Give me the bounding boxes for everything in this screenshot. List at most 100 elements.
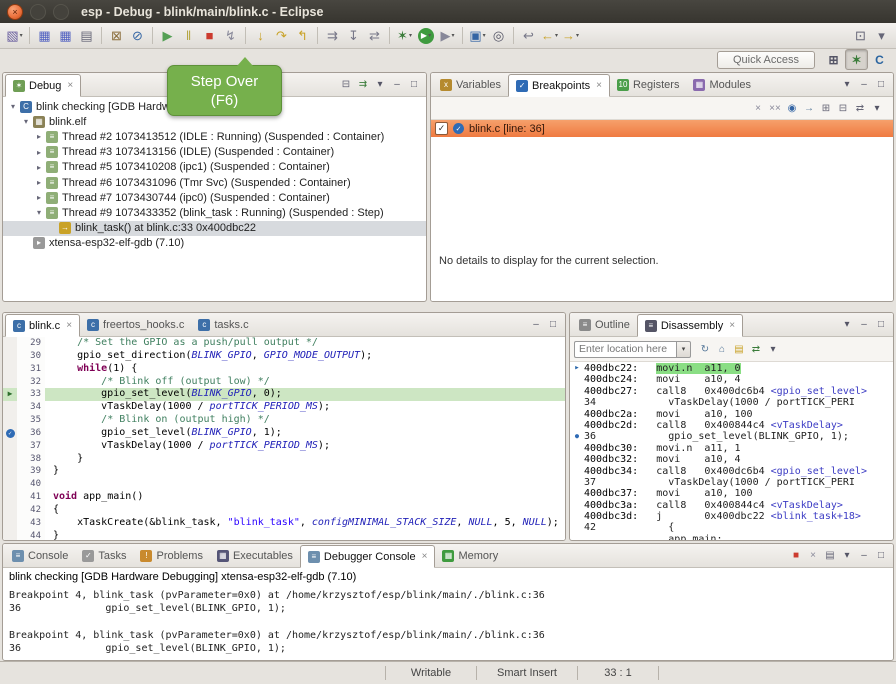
editor-marker-bar[interactable] [3,376,17,389]
tab-tasks-c[interactable]: ctasks.c [191,314,255,336]
debug-tree-item[interactable]: →blink_task() at blink.c:33 0x400dbc22 [3,221,426,236]
close-tab-icon[interactable]: × [729,320,735,331]
drop-to-frame-icon[interactable]: ↧ [344,26,363,46]
editor-marker-bar[interactable] [3,478,17,491]
skip-breakpoints-icon[interactable]: ⊘ [128,26,147,46]
tree-expander-icon[interactable]: ▸ [33,163,45,172]
instruction-stepping-mode-icon[interactable]: ⇉ [355,77,371,93]
console-output[interactable]: Breakpoint 4, blink_task (pvParameter=0x… [3,583,893,660]
terminate-icon[interactable]: ■ [200,26,219,46]
editor-line[interactable]: 43 xTaskCreate(&blink_task, "blink_task"… [3,517,565,530]
close-tab-icon[interactable]: × [596,80,602,91]
save-icon[interactable]: ▦ [35,26,54,46]
disconnect-icon[interactable]: ↯ [221,26,240,46]
debug-perspective-button[interactable]: ✶ [845,49,868,70]
tab-modules[interactable]: ▦Modules [686,74,758,96]
editor-marker-bar[interactable] [3,363,17,376]
debug-tree-item[interactable]: ▾▦blink.elf [3,114,426,129]
tab-freertos-hooks-c[interactable]: cfreertos_hooks.c [80,314,191,336]
disassembly-row[interactable]: 400dbc3d: j 0x400dbc22 <blink_task+18> [570,511,893,522]
breakpoint-checkbox[interactable]: ✓ [435,122,448,135]
back-icon[interactable]: ←▾ [540,26,559,46]
editor-line[interactable]: 34 vTaskDelay(1000 / portTICK_PERIOD_MS)… [3,401,565,414]
maximize-icon[interactable]: □ [545,317,561,333]
home-icon[interactable]: ⌂ [714,341,730,357]
editor-marker-bar[interactable] [3,401,17,414]
editor-line[interactable]: 31 while(1) { [3,363,565,376]
editor-line[interactable]: 37 vTaskDelay(1000 / portTICK_PERIOD_MS)… [3,440,565,453]
tab-debug[interactable]: ✶Debug× [5,74,81,97]
debug-tree-item[interactable]: ▸≡Thread #2 1073413512 (IDLE : Running) … [3,129,426,144]
maximize-icon[interactable]: □ [873,317,889,333]
new-wizard-icon[interactable]: ▧▾ [5,26,24,46]
terminate-console-icon[interactable]: ■ [788,548,804,564]
external-tools-icon[interactable]: ▶▾ [438,26,457,46]
editor-marker-bar[interactable] [3,337,17,350]
new-cpp-project-icon[interactable]: ▣▾ [468,26,487,46]
editor-marker-bar[interactable] [3,530,17,540]
resume-icon[interactable]: ▶ [158,26,177,46]
tab-executables[interactable]: ▦Executables [210,545,300,567]
debug-tree-item[interactable]: ▸≡Thread #6 1073431096 (Tmr Svc) (Suspen… [3,175,426,190]
editor-line[interactable]: ✓36 gpio_set_level(BLINK_GPIO, 1); [3,427,565,440]
disassembly-listing[interactable]: ▸400dbc22: movi.n a11, 0400dbc24: movi a… [570,362,893,540]
search-icon[interactable]: ◎ [489,26,508,46]
breakpoints-view-menu-icon[interactable]: ▾ [839,77,855,93]
code-editor[interactable]: 29 /* Set the GPIO as a push/pull output… [3,337,565,540]
editor-line[interactable]: 44} [3,530,565,540]
minimize-icon[interactable]: – [856,548,872,564]
tab-tasks[interactable]: ✓Tasks [75,545,133,567]
go-to-file-icon[interactable]: → [801,100,817,116]
disassembly-row[interactable]: 400dbc37: movi a10, 100 [570,488,893,499]
tab-memory[interactable]: ▦Memory [435,545,505,567]
tab-console[interactable]: ≡Console [5,545,75,567]
editor-marker-bar[interactable] [3,453,17,466]
close-tab-icon[interactable]: × [422,551,428,562]
minimize-icon[interactable]: – [856,77,872,93]
debug-icon[interactable]: ✶▾ [395,26,414,46]
open-perspective-icon[interactable]: ⊞ [822,49,845,70]
refresh-icon[interactable]: ↻ [697,341,713,357]
close-button[interactable]: × [7,4,23,20]
tree-expander-icon[interactable]: ▸ [33,178,45,187]
disassembly-menu-icon[interactable]: ▾ [765,341,781,357]
minimize-icon[interactable]: – [389,77,405,93]
editor-line[interactable]: 32 /* Blink off (output low) */ [3,376,565,389]
disassembly-row[interactable]: 400dbc24: movi a10, 4 [570,374,893,385]
maximize-icon[interactable]: □ [406,77,422,93]
tab-debugger-console[interactable]: ≡Debugger Console× [300,545,436,568]
cpp-perspective-button[interactable]: C [868,49,891,70]
location-combo[interactable]: ▾ [574,341,691,358]
maximize-button[interactable] [53,4,69,20]
tree-expander-icon[interactable]: ▾ [20,117,32,126]
tab-registers[interactable]: 10Registers [610,74,686,96]
debug-tree-item[interactable]: ▾≡Thread #9 1073433352 (blink_task : Run… [3,205,426,220]
disassembly-row[interactable]: app_main: [570,534,893,540]
disassembly-row[interactable]: 42 { [570,522,893,533]
step-filters-icon[interactable]: ⇄ [365,26,384,46]
titlebar[interactable]: × esp - Debug - blink/main/blink.c - Ecl… [0,0,896,24]
tree-expander-icon[interactable]: ▸ [33,193,45,202]
disassembly-row[interactable]: 400dbc27: call8 0x400dc6b4 <gpio_set_lev… [570,386,893,397]
step-into-icon[interactable]: ↓ [251,26,270,46]
disassembly-row[interactable]: 400dbc32: movi a10, 4 [570,454,893,465]
editor-line[interactable]: 39} [3,465,565,478]
collapse-all-icon[interactable]: ⊟ [338,77,354,93]
disassembly-row[interactable]: 400dbc34: call8 0x400dc6b4 <gpio_set_lev… [570,466,893,477]
editor-marker-bar[interactable]: ✓ [3,427,17,440]
show-breakpoints-for-icon[interactable]: ◉ [784,100,800,116]
quick-access-button[interactable]: Quick Access [717,51,815,69]
editor-marker-bar[interactable] [3,517,17,530]
maximize-icon[interactable]: □ [873,548,889,564]
debug-view-menu-icon[interactable]: ▾ [372,77,388,93]
forward-icon[interactable]: →▾ [561,26,580,46]
editor-marker-bar[interactable]: ▶ [3,388,17,401]
step-over-icon[interactable]: ↷ [272,26,291,46]
disassembly-row[interactable]: 400dbc30: movi.n a11, 1 [570,443,893,454]
remove-breakpoint-icon[interactable]: × [750,100,766,116]
editor-marker-bar[interactable] [3,504,17,517]
minimize-icon[interactable]: – [856,317,872,333]
editor-line[interactable]: 35 /* Blink on (output high) */ [3,414,565,427]
editor-marker-bar[interactable] [3,491,17,504]
tab-variables[interactable]: xVariables [433,74,508,96]
